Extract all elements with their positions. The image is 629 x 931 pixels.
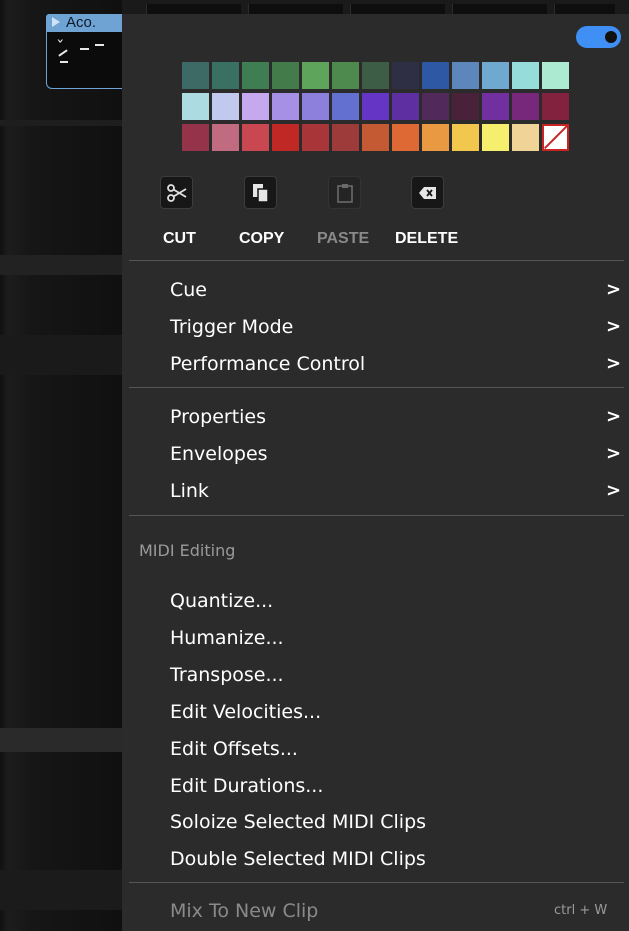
track-row (0, 255, 122, 275)
clip-slot[interactable] (248, 4, 343, 14)
color-swatch[interactable] (272, 62, 299, 89)
menu-item-humanize[interactable]: Humanize... (170, 627, 625, 649)
color-swatch[interactable] (302, 124, 329, 151)
clip-slot[interactable] (350, 4, 445, 14)
color-swatch[interactable] (272, 124, 299, 151)
toggle-knob (605, 31, 617, 43)
chevron-right-icon: > (606, 443, 622, 464)
color-swatch[interactable] (242, 62, 269, 89)
track-row (0, 728, 122, 752)
color-swatch[interactable] (482, 93, 509, 120)
menu-item-link[interactable]: Link (170, 480, 625, 502)
cut-button[interactable] (160, 176, 193, 209)
color-swatch[interactable] (302, 62, 329, 89)
chevron-right-icon: > (606, 406, 622, 427)
chevron-right-icon: > (606, 316, 622, 337)
midi-editing-header: MIDI Editing (139, 541, 236, 560)
color-swatch[interactable] (182, 62, 209, 89)
menu-separator (129, 387, 624, 388)
clip-slot-row (122, 0, 629, 14)
no-color-swatch[interactable] (542, 124, 569, 151)
menu-separator (129, 515, 624, 516)
color-swatch[interactable] (392, 62, 419, 89)
clip-slot[interactable] (146, 4, 241, 14)
color-swatch[interactable] (452, 124, 479, 151)
color-swatch[interactable] (212, 93, 239, 120)
scissors-icon (166, 183, 186, 202)
play-icon[interactable] (52, 17, 60, 27)
clip-context-menu: CUT COPY PASTE DELETE Cue > Trigger Mode… (122, 14, 629, 931)
color-swatch[interactable] (332, 62, 359, 89)
delete-label: DELETE (395, 230, 459, 247)
menu-item-edit-durations[interactable]: Edit Durations... (170, 775, 625, 797)
clipboard-icon (336, 183, 353, 203)
color-swatch[interactable] (392, 124, 419, 151)
color-swatch[interactable] (362, 62, 389, 89)
color-swatch[interactable] (302, 93, 329, 120)
clip-note-dash (95, 44, 104, 46)
copy-label: COPY (239, 230, 285, 247)
menu-separator (129, 882, 624, 883)
color-swatch[interactable] (242, 124, 269, 151)
color-swatch[interactable] (242, 93, 269, 120)
color-swatch[interactable] (212, 124, 239, 151)
color-swatch[interactable] (182, 93, 209, 120)
clip-name: Aco. (66, 14, 97, 31)
menu-item-envelopes[interactable]: Envelopes (170, 443, 625, 465)
color-swatch[interactable] (362, 93, 389, 120)
track-area-background (0, 0, 122, 931)
clip-slot[interactable] (554, 4, 615, 14)
cut-label: CUT (163, 230, 196, 247)
color-swatch[interactable] (272, 93, 299, 120)
color-swatch[interactable] (422, 62, 449, 89)
menu-item-trigger-mode[interactable]: Trigger Mode (170, 316, 625, 338)
color-swatch[interactable] (452, 62, 479, 89)
delete-button[interactable] (411, 176, 444, 209)
copy-icon (252, 183, 269, 203)
menu-item-soloize-selected-midi-clips[interactable]: Soloize Selected MIDI Clips (170, 811, 625, 833)
color-swatch[interactable] (512, 62, 539, 89)
color-swatch[interactable] (332, 124, 359, 151)
menu-item-cue[interactable]: Cue (170, 279, 625, 301)
color-swatch[interactable] (512, 93, 539, 120)
menu-separator (129, 260, 624, 261)
color-swatch[interactable] (512, 124, 539, 151)
track-row (0, 870, 122, 910)
copy-button[interactable] (244, 176, 277, 209)
menu-item-quantize[interactable]: Quantize... (170, 590, 625, 612)
color-swatch[interactable] (422, 93, 449, 120)
track-row-divider (0, 120, 122, 126)
track-row (0, 335, 122, 375)
clip-slot[interactable] (452, 4, 547, 14)
menu-item-properties[interactable]: Properties (170, 406, 625, 428)
color-swatch[interactable] (182, 124, 209, 151)
mix-to-new-clip-shortcut: ctrl + W (554, 903, 608, 918)
chevron-right-icon: > (606, 353, 622, 374)
menu-item-transpose[interactable]: Transpose... (170, 664, 625, 686)
paste-label: PASTE (317, 230, 370, 247)
color-toggle-switch[interactable] (576, 26, 621, 48)
menu-item-double-selected-midi-clips[interactable]: Double Selected MIDI Clips (170, 848, 625, 870)
chevron-right-icon: > (606, 480, 622, 501)
clip-note-dash (80, 48, 89, 50)
menu-item-performance-control[interactable]: Performance Control (170, 353, 625, 375)
color-swatch[interactable] (212, 62, 239, 89)
color-swatch[interactable] (452, 93, 479, 120)
color-swatch[interactable] (422, 124, 449, 151)
color-swatch[interactable] (482, 62, 509, 89)
paste-button[interactable] (328, 176, 361, 209)
color-swatch[interactable] (542, 93, 569, 120)
menu-item-edit-offsets[interactable]: Edit Offsets... (170, 738, 625, 760)
color-swatch[interactable] (542, 62, 569, 89)
color-swatch[interactable] (362, 124, 389, 151)
menu-item-edit-velocities[interactable]: Edit Velocities... (170, 701, 625, 723)
chevron-right-icon: > (606, 279, 622, 300)
color-swatch[interactable] (482, 124, 509, 151)
color-swatch[interactable] (392, 93, 419, 120)
color-swatch[interactable] (332, 93, 359, 120)
backspace-icon (418, 186, 436, 199)
clip-note-dash (60, 61, 68, 63)
